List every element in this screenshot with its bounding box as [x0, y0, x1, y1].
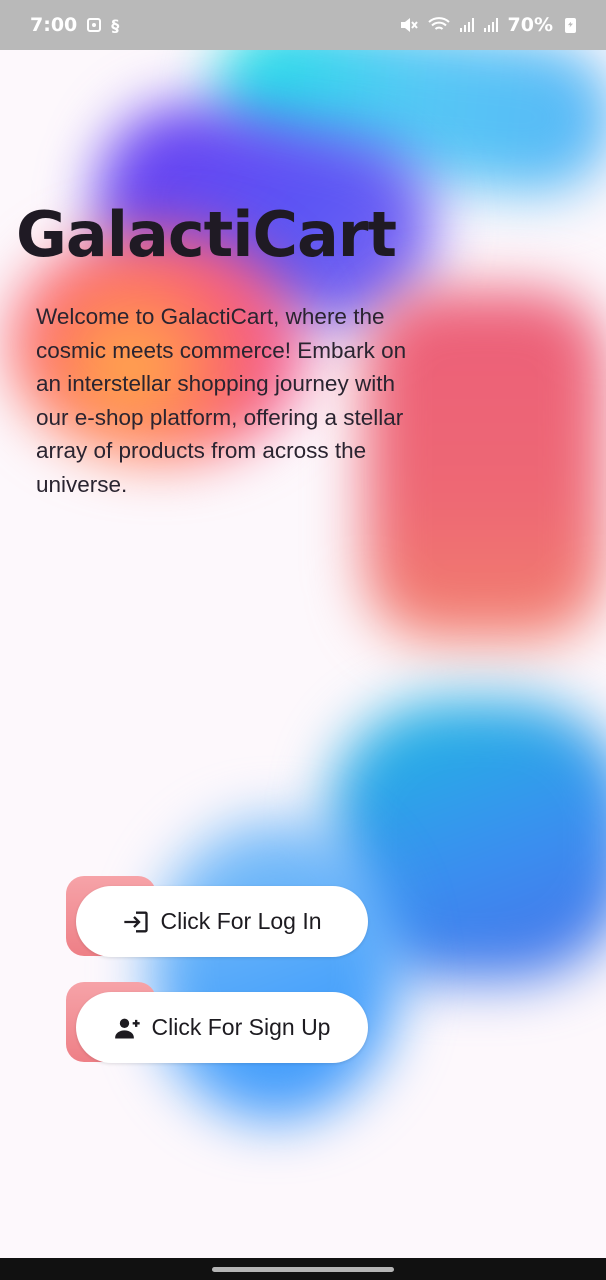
status-left: 7:00 §: [30, 14, 119, 36]
status-time: 7:00: [30, 14, 78, 36]
person-add-icon: [114, 1018, 140, 1038]
signup-button-label: Click For Sign Up: [151, 1014, 331, 1040]
battery-percent: 70%: [507, 14, 553, 36]
home-gesture-handle[interactable]: [212, 1267, 394, 1272]
login-button[interactable]: Click For Log In: [76, 886, 368, 957]
battery-charging-icon: [565, 17, 576, 33]
sim-icon: §: [111, 15, 120, 35]
signup-button[interactable]: Click For Sign Up: [76, 992, 368, 1063]
status-right: 70%: [400, 14, 576, 36]
login-icon: [124, 911, 149, 932]
welcome-screen: GalactiCart Welcome to GalactiCart, wher…: [0, 0, 606, 1280]
app-description: Welcome to GalactiCart, where the cosmic…: [36, 304, 407, 497]
app-title: GalactiCart: [16, 198, 397, 271]
login-button-group: Click For Log In: [66, 876, 370, 957]
status-bar: 7:00 § 70%: [0, 0, 606, 50]
system-nav-bar: [0, 1258, 606, 1280]
signal-icon: [483, 18, 498, 32]
notification-icon: [87, 18, 102, 32]
login-button-label: Click For Log In: [160, 908, 322, 934]
signup-button-group: Click For Sign Up: [66, 982, 370, 1063]
mute-icon: [400, 18, 418, 32]
signal-icon: [459, 18, 474, 32]
wifi-icon: [427, 17, 450, 30]
